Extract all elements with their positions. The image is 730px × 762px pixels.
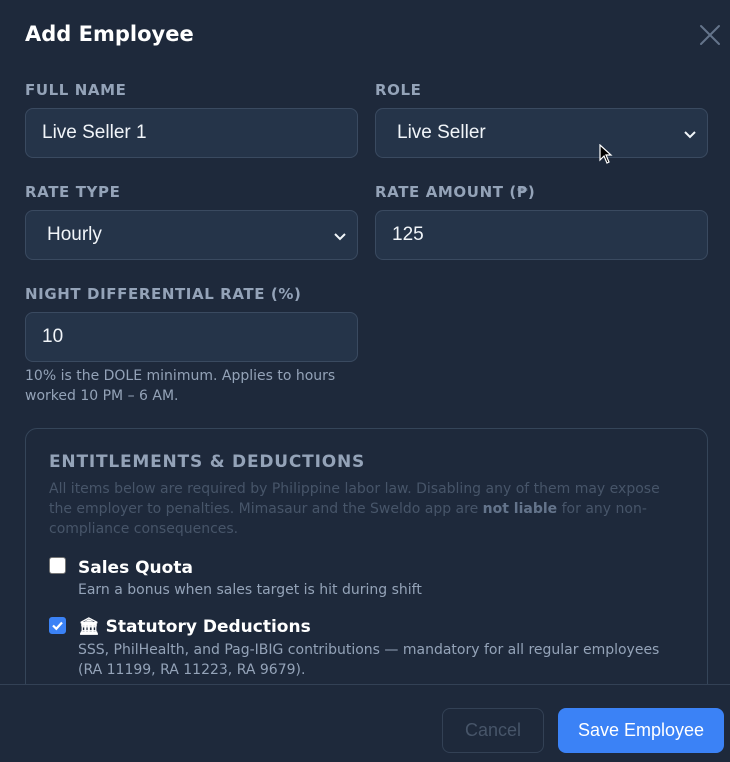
chevron-down-icon (334, 233, 346, 241)
entitlements-title: ENTITLEMENTS & DEDUCTIONS (49, 452, 366, 472)
rate-type-value: Hourly (47, 224, 102, 245)
rate-amount-value: 125 (392, 224, 424, 245)
rate-type-label: RATE TYPE (25, 183, 121, 201)
desc-bold-text: not liable (482, 501, 558, 517)
sales-quota-title: Sales Quota (78, 558, 193, 578)
statutory-deductions-heading: 🏛 Statutory Deductions (78, 617, 311, 637)
mouse-cursor-icon (599, 144, 613, 164)
rate-type-select[interactable]: Hourly (25, 210, 358, 260)
sales-quota-desc: Earn a bonus when sales target is hit du… (78, 582, 422, 598)
statutory-deductions-desc: SSS, PhilHealth, and Pag-IBIG contributi… (78, 642, 660, 678)
bank-icon: 🏛 (78, 617, 100, 637)
close-icon[interactable] (697, 22, 723, 48)
full-name-value: Live Seller 1 (42, 122, 147, 143)
statutory-deductions-title: Statutory Deductions (105, 617, 311, 637)
night-diff-hint: 10% is the DOLE minimum. Applies to hour… (25, 368, 336, 404)
entitlements-section: ENTITLEMENTS & DEDUCTIONS All items belo… (25, 428, 708, 728)
statutory-deductions-checkbox[interactable] (49, 617, 66, 634)
night-diff-input[interactable]: 10 (25, 312, 358, 362)
full-name-input[interactable]: Live Seller 1 (25, 108, 358, 158)
rate-amount-label: RATE AMOUNT (₱) (375, 183, 536, 201)
sales-quota-checkbox[interactable] (49, 557, 66, 574)
full-name-label: FULL NAME (25, 81, 127, 99)
chevron-down-icon (684, 131, 696, 139)
entitlements-description: All items below are required by Philippi… (49, 479, 679, 539)
role-label: ROLE (375, 81, 422, 99)
role-value: Live Seller (397, 122, 486, 143)
cancel-button[interactable]: Cancel (442, 708, 544, 753)
modal-title: Add Employee (25, 22, 194, 46)
modal-footer: Cancel Save Employee (0, 684, 730, 762)
rate-amount-input[interactable]: 125 (375, 210, 708, 260)
role-select[interactable]: Live Seller (375, 108, 708, 158)
night-diff-value: 10 (42, 326, 64, 347)
save-employee-button[interactable]: Save Employee (558, 708, 724, 753)
night-diff-label: NIGHT DIFFERENTIAL RATE (%) (25, 285, 302, 303)
add-employee-modal: Add Employee FULL NAME Live Seller 1 ROL… (0, 0, 730, 762)
